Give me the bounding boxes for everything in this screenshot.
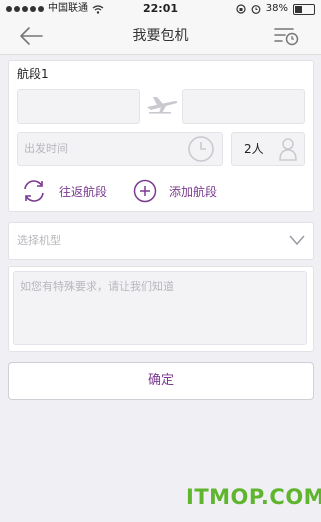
- aircraft-type-placeholder: 选择机型: [17, 234, 61, 247]
- remarks-input[interactable]: [13, 271, 307, 345]
- departure-city-field[interactable]: [17, 89, 140, 124]
- segment-title: 航段1: [17, 67, 49, 81]
- alarm-icon: [251, 5, 261, 14]
- passenger-count-field[interactable]: 2人: [231, 132, 305, 166]
- battery-percent: 38%: [265, 3, 288, 14]
- chevron-down-icon: [289, 235, 305, 246]
- round-trip-button[interactable]: 往返航段: [21, 179, 107, 203]
- confirm-button[interactable]: 确定: [8, 362, 314, 400]
- departure-time-placeholder: 出发时间: [24, 142, 68, 155]
- segment-card: 航段1 出发时间 2人 往返航段 添加航段: [8, 60, 314, 212]
- plane-icon: [147, 97, 178, 114]
- nav-bar: 我要包机: [0, 18, 321, 55]
- remarks-card: [8, 266, 314, 352]
- add-segment-label: 添加航段: [169, 184, 218, 199]
- status-bar: 中国联通 22:01 38%: [0, 0, 321, 18]
- arrival-city-field[interactable]: [182, 89, 305, 124]
- person-icon: [279, 138, 297, 161]
- passenger-count: 2人: [244, 142, 264, 156]
- add-segment-button[interactable]: 添加航段: [133, 179, 217, 203]
- round-trip-icon: [24, 180, 44, 202]
- departure-time-field[interactable]: 出发时间: [17, 132, 223, 166]
- status-right: 38%: [236, 0, 315, 18]
- filter-clock-icon[interactable]: [273, 24, 299, 48]
- plus-circle-icon: [133, 179, 157, 203]
- lock-rotation-icon: [236, 4, 246, 14]
- battery-level: [295, 5, 302, 13]
- aircraft-type-select[interactable]: 选择机型: [8, 222, 314, 260]
- watermark-logo: ITMOP.COM: [186, 485, 321, 509]
- round-trip-label: 往返航段: [59, 184, 108, 199]
- battery-icon: [293, 3, 315, 15]
- clock-icon: [188, 136, 214, 162]
